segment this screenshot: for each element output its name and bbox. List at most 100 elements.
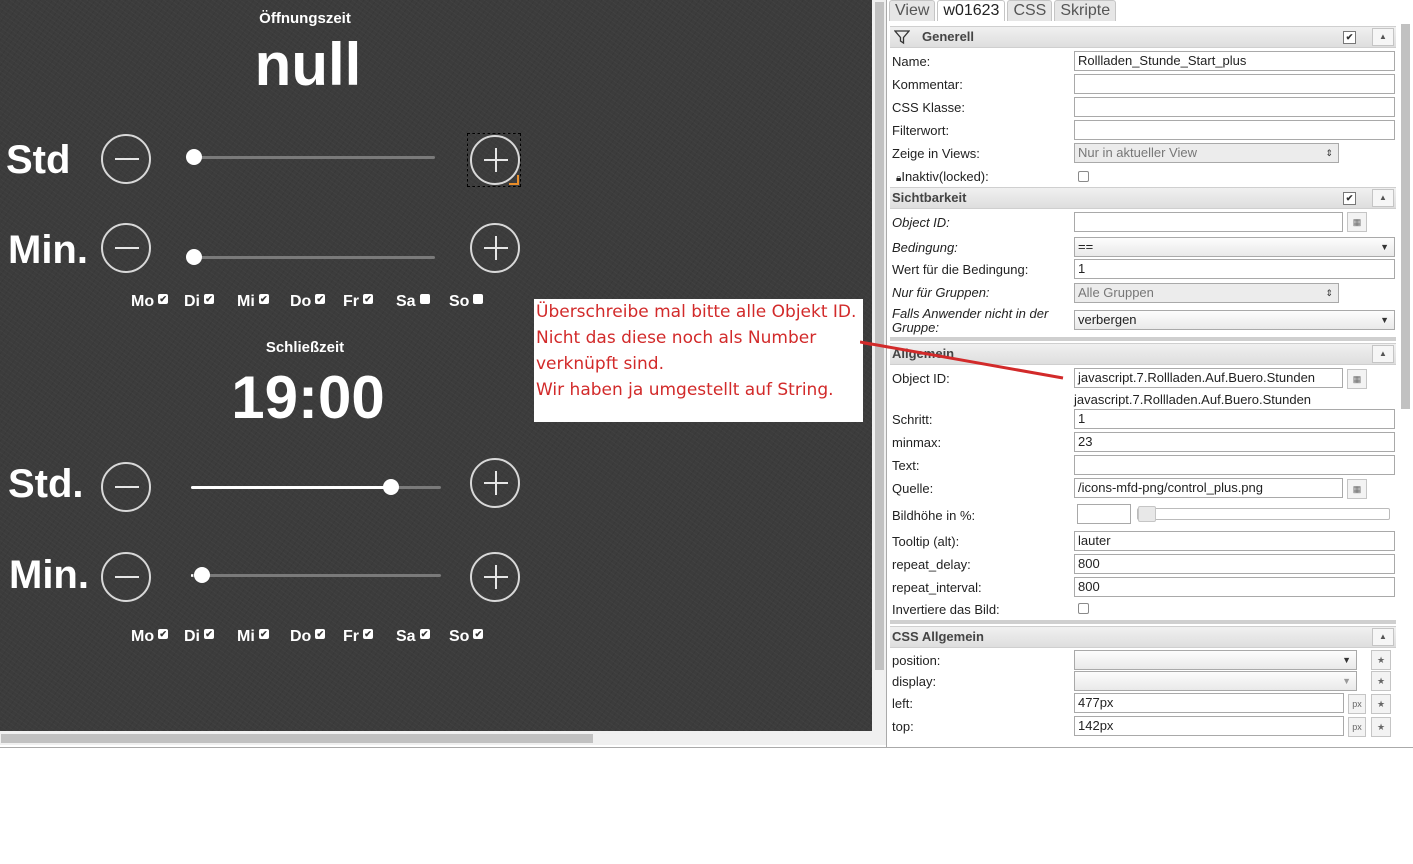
open-hour-minus-button[interactable] (101, 134, 151, 184)
object-browser-icon[interactable]: ▦ (1347, 369, 1367, 389)
day-checkbox[interactable]: ✔ (258, 294, 269, 304)
open-day-sa: Sa (396, 293, 449, 311)
object-id-input[interactable]: javascript.7.Rollladen.Auf.Buero.Stunden (1074, 368, 1343, 388)
inaktiv-checkbox[interactable] (1078, 171, 1089, 182)
slider-handle[interactable] (186, 249, 202, 265)
day-checkbox[interactable]: ✔ (158, 294, 169, 304)
day-checkbox[interactable]: ✔ (258, 629, 269, 639)
object-browser-icon[interactable]: ▦ (1347, 212, 1367, 232)
day-label: Mo (131, 293, 155, 310)
close-day-so: So ✔ (449, 628, 502, 646)
tooltip-label: Tooltip (alt): (892, 534, 960, 549)
repeat-delay-input[interactable]: 800 (1074, 554, 1395, 574)
schritt-input[interactable]: 1 (1074, 409, 1395, 429)
slider-handle[interactable] (383, 479, 399, 495)
minmax-input[interactable]: 23 (1074, 432, 1395, 452)
close-hour-plus-button[interactable] (470, 458, 520, 508)
top-input[interactable]: 142px (1074, 716, 1344, 736)
collapse-icon[interactable]: ▲ (1372, 628, 1394, 646)
day-label: Do (290, 628, 312, 645)
tab-view[interactable]: View (889, 0, 936, 21)
collapse-icon[interactable]: ▲ (1372, 189, 1394, 207)
bedingung-select[interactable]: == ▼ (1074, 237, 1395, 257)
section-sichtbarkeit-header[interactable]: Sichtbarkeit ✔ ▲ (890, 187, 1396, 209)
filterwort-input[interactable] (1074, 120, 1395, 140)
invertiere-checkbox[interactable] (1078, 603, 1089, 614)
top-label: top: (892, 719, 914, 734)
section-css-allgemein-header[interactable]: CSS Allgemein ▲ (890, 626, 1396, 648)
name-input[interactable]: Rollladen_Stunde_Start_plus (1074, 51, 1395, 71)
open-hour-slider[interactable] (186, 149, 435, 165)
tab-css[interactable]: CSS (1007, 0, 1053, 21)
section-title: Generell (922, 29, 975, 44)
collapse-icon[interactable]: ▲ (1372, 28, 1394, 46)
vis-object-id-input[interactable] (1074, 212, 1343, 232)
slider-handle[interactable] (186, 149, 202, 165)
day-checkbox[interactable]: ✔ (473, 629, 484, 639)
canvas-horizontal-scrollbar[interactable] (0, 731, 872, 745)
file-browser-icon[interactable]: ▦ (1347, 479, 1367, 499)
position-select[interactable]: ▼ (1074, 650, 1357, 670)
close-minute-minus-button[interactable] (101, 552, 151, 602)
panel-scrollbar[interactable] (1401, 24, 1410, 409)
section-checkbox[interactable]: ✔ (1343, 31, 1356, 44)
css-klasse-input[interactable] (1074, 97, 1395, 117)
open-day-do: Do ✔ (290, 293, 343, 311)
unit-button[interactable]: px (1348, 694, 1366, 714)
filter-icon[interactable] (894, 29, 910, 45)
resize-handle-icon[interactable] (509, 175, 519, 185)
quelle-input[interactable]: /icons-mfd-png/control_plus.png (1074, 478, 1343, 498)
day-checkbox[interactable] (419, 294, 430, 304)
left-input[interactable]: 477px (1074, 693, 1344, 713)
day-checkbox[interactable]: ✔ (158, 629, 169, 639)
star-icon[interactable]: ★ (1371, 650, 1391, 670)
open-day-di: Di ✔ (184, 293, 237, 311)
open-minute-plus-button[interactable] (470, 223, 520, 273)
star-icon[interactable]: ★ (1371, 717, 1391, 737)
tab-widget[interactable]: w01623 (937, 0, 1006, 21)
day-checkbox[interactable]: ✔ (363, 294, 373, 304)
zeige-in-views-select[interactable]: Nur in aktueller View ⇕ (1074, 143, 1339, 163)
bildhoehe-slider[interactable] (1137, 506, 1390, 522)
open-minute-slider[interactable] (186, 249, 435, 265)
slider-handle[interactable] (1138, 506, 1156, 522)
repeat-interval-input[interactable]: 800 (1074, 577, 1395, 597)
collapse-icon[interactable]: ▲ (1372, 345, 1394, 363)
slider-handle[interactable] (194, 567, 210, 583)
scrollbar-thumb[interactable] (1, 734, 593, 743)
section-checkbox[interactable]: ✔ (1343, 192, 1356, 205)
section-generell-header[interactable]: Generell ✔ ▲ (890, 26, 1396, 48)
updown-icon: ⇕ (1325, 288, 1333, 298)
star-icon[interactable]: ★ (1371, 694, 1391, 714)
section-title: CSS Allgemein (892, 629, 984, 644)
wert-input[interactable]: 1 (1074, 259, 1395, 279)
gruppen-select[interactable]: Alle Gruppen ⇕ (1074, 283, 1339, 303)
selected-widget-frame[interactable] (467, 133, 521, 187)
tab-skripte[interactable]: Skripte (1054, 0, 1117, 21)
open-minute-minus-button[interactable] (101, 223, 151, 273)
falls-anwender-select[interactable]: verbergen ▼ (1074, 310, 1395, 330)
quelle-label: Quelle: (892, 481, 934, 496)
close-minute-slider[interactable] (191, 567, 441, 583)
day-checkbox[interactable]: ✔ (419, 629, 430, 639)
kommentar-input[interactable] (1074, 74, 1395, 94)
day-checkbox[interactable]: ✔ (315, 294, 326, 304)
zeige-in-views-label: Zeige in Views: (892, 146, 980, 161)
day-checkbox[interactable]: ✔ (204, 629, 214, 639)
scrollbar-thumb[interactable] (875, 2, 884, 670)
text-input[interactable] (1074, 455, 1395, 475)
tooltip-input[interactable]: lauter (1074, 531, 1395, 551)
day-checkbox[interactable] (473, 294, 484, 304)
display-select[interactable]: ▼ (1074, 671, 1357, 691)
open-minute-label: Min. (8, 228, 88, 272)
unit-button[interactable]: px (1348, 717, 1366, 737)
bildhoehe-input[interactable] (1077, 504, 1131, 524)
day-checkbox[interactable]: ✔ (315, 629, 326, 639)
inaktiv-text: Inaktiv(locked): (901, 169, 989, 184)
day-checkbox[interactable]: ✔ (363, 629, 373, 639)
close-hour-slider[interactable] (191, 479, 441, 495)
day-checkbox[interactable]: ✔ (204, 294, 214, 304)
close-minute-plus-button[interactable] (470, 552, 520, 602)
close-hour-minus-button[interactable] (101, 462, 151, 512)
star-icon[interactable]: ★ (1371, 671, 1391, 691)
